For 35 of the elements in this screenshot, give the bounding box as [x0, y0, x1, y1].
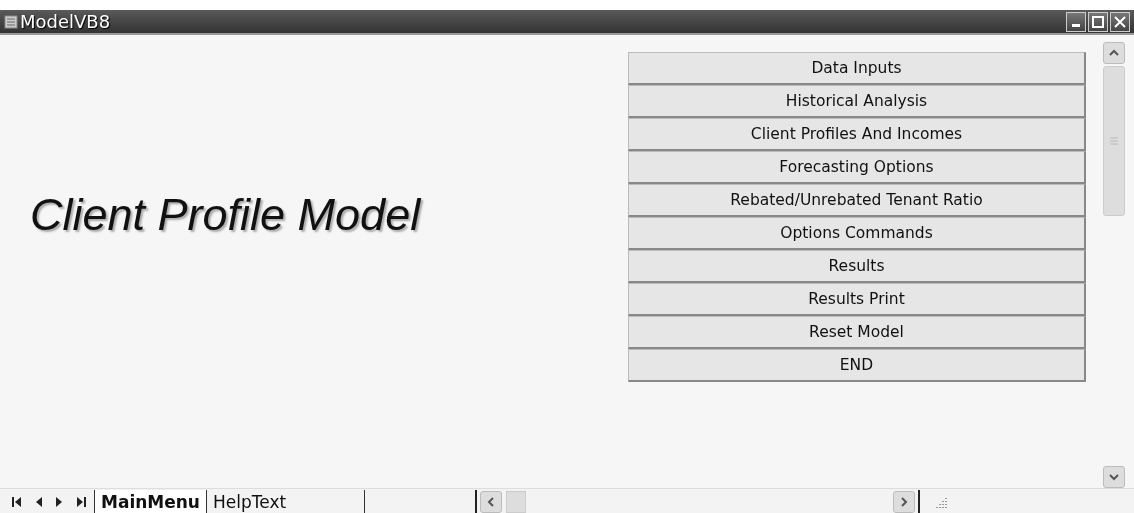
- last-sheet-icon[interactable]: [77, 496, 86, 507]
- scroll-up-button[interactable]: [1103, 42, 1125, 64]
- next-sheet-icon[interactable]: [56, 496, 63, 507]
- scroll-thumb[interactable]: [506, 490, 526, 513]
- sheet-tab[interactable]: MainMenu: [94, 489, 206, 513]
- menu-button[interactable]: Client Profiles And Incomes: [628, 118, 1086, 151]
- first-sheet-icon[interactable]: [12, 496, 21, 507]
- menu-button[interactable]: Results: [628, 250, 1086, 283]
- app-icon: [4, 14, 18, 29]
- close-icon: [1114, 15, 1126, 28]
- scroll-right-button[interactable]: [893, 490, 915, 513]
- menu-button[interactable]: Forecasting Options: [628, 151, 1086, 184]
- window-title: ModelVB8: [20, 11, 112, 32]
- menu-button[interactable]: Rebated/Unrebated Tenant Ratio: [628, 184, 1086, 217]
- menu-button[interactable]: Options Commands: [628, 217, 1086, 250]
- previous-sheet-icon[interactable]: [35, 496, 42, 507]
- close-button[interactable]: [1110, 11, 1130, 32]
- sheet-tab[interactable]: HelpText: [206, 489, 293, 513]
- menu-button[interactable]: END: [628, 349, 1086, 382]
- menu-button[interactable]: Historical Analysis: [628, 85, 1086, 118]
- scroll-left-button[interactable]: [480, 490, 502, 513]
- menu-button[interactable]: Data Inputs: [628, 52, 1086, 85]
- maximize-button[interactable]: [1088, 11, 1108, 32]
- minimize-icon: [1072, 24, 1080, 27]
- chevron-left-icon: [487, 496, 495, 507]
- chevron-right-icon: [900, 496, 908, 507]
- scroll-down-button[interactable]: [1103, 466, 1125, 488]
- minimize-button[interactable]: [1066, 11, 1086, 32]
- chevron-up-icon: [1109, 49, 1119, 57]
- menu-button[interactable]: Reset Model: [628, 316, 1086, 349]
- maximize-icon: [1092, 15, 1104, 28]
- model-heading: Client Profile Model: [30, 188, 421, 241]
- menu-button[interactable]: Results Print: [628, 283, 1086, 316]
- chevron-down-icon: [1109, 473, 1119, 481]
- scroll-thumb[interactable]: [1103, 66, 1125, 216]
